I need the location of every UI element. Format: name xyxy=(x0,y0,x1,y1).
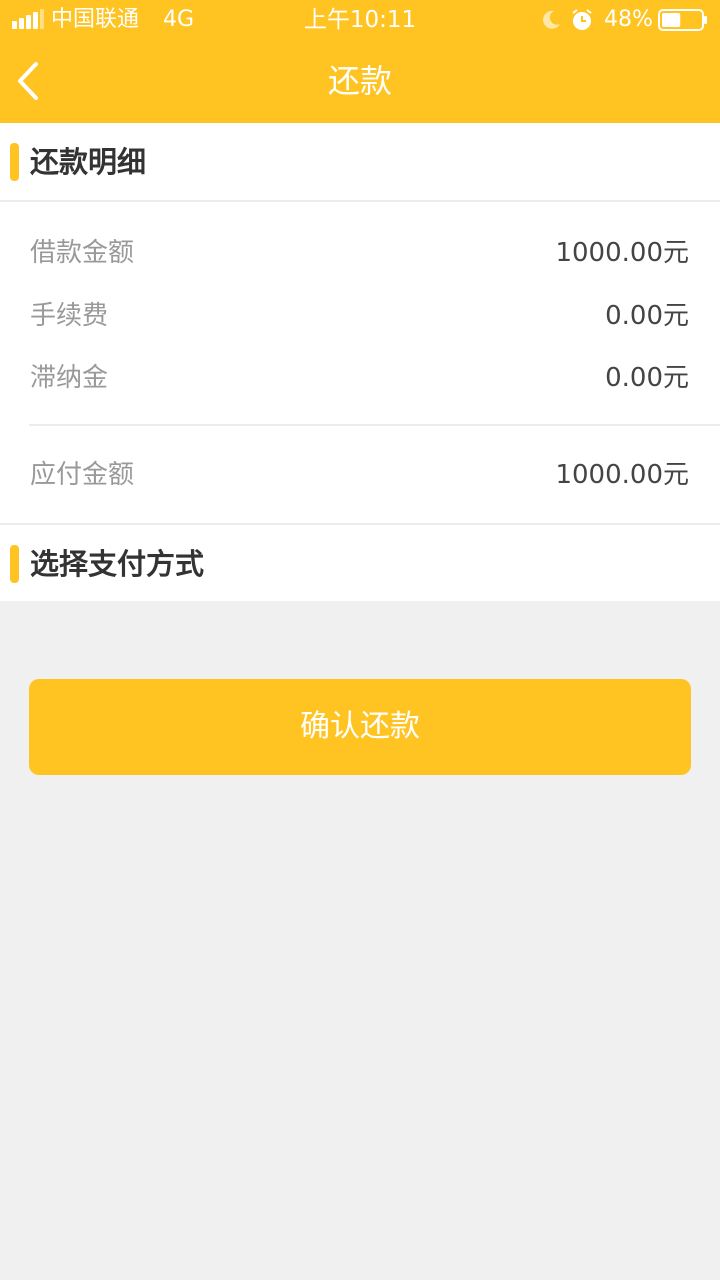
status-bar: 中国联通 4G 上午10:11 48% xyxy=(0,0,720,40)
row-label: 滞纳金 xyxy=(30,363,109,393)
section-header-payment-method[interactable]: 选择支付方式 xyxy=(0,525,720,603)
row-value: 1000.00元 xyxy=(555,460,689,490)
divider xyxy=(29,424,720,426)
detail-row-late-fee: 滞纳金 0.00元 xyxy=(0,354,720,402)
section-title: 选择支付方式 xyxy=(30,547,205,581)
detail-row-fee: 手续费 0.00元 xyxy=(0,292,720,340)
repayment-page: 中国联通 4G 上午10:11 48% 还款 还款明细 借款金额 1000.00… xyxy=(0,0,720,1280)
row-value: 0.00元 xyxy=(605,363,689,393)
row-label: 应付金额 xyxy=(30,460,135,490)
row-value: 0.00元 xyxy=(605,301,689,331)
moon-icon xyxy=(543,10,560,29)
header: 中国联通 4G 上午10:11 48% 还款 xyxy=(0,0,720,123)
divider xyxy=(0,200,720,202)
row-value: 1000.00元 xyxy=(555,238,689,268)
repayment-card: 还款明细 借款金额 1000.00元 手续费 0.00元 滞纳金 0.00元 应… xyxy=(0,123,720,601)
section-accent-bar xyxy=(10,143,19,181)
alarm-icon xyxy=(572,9,592,30)
nav-bar: 还款 xyxy=(0,40,720,123)
battery-icon xyxy=(658,9,707,31)
confirm-repayment-button[interactable]: 确认还款 xyxy=(29,679,691,775)
section-title: 还款明细 xyxy=(30,145,147,179)
row-label: 借款金额 xyxy=(30,238,135,268)
section-header-repayment-detail: 还款明细 xyxy=(0,123,720,201)
page-title: 还款 xyxy=(327,62,392,100)
battery-percent: 48% xyxy=(604,7,653,32)
detail-row-total-due: 应付金额 1000.00元 xyxy=(0,451,720,499)
row-label: 手续费 xyxy=(30,301,109,331)
detail-row-loan-amount: 借款金额 1000.00元 xyxy=(0,229,720,277)
section-accent-bar xyxy=(10,545,19,583)
